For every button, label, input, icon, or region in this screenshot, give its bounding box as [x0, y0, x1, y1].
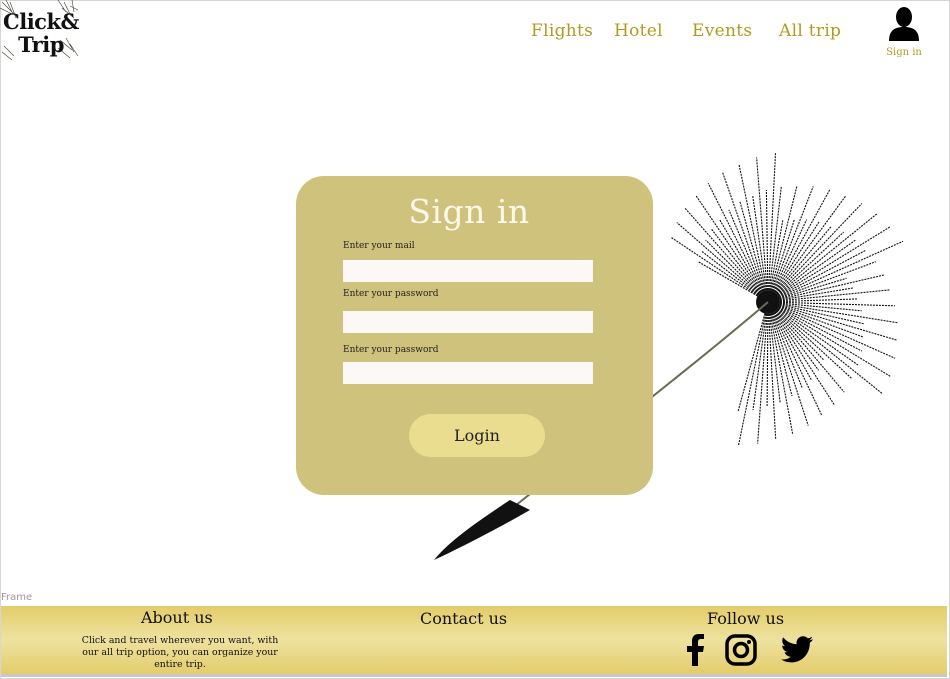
footer: About us Click and travel wherever you w… [1, 606, 947, 674]
instagram-icon[interactable] [725, 634, 757, 666]
twitter-icon[interactable] [781, 636, 813, 664]
password-input[interactable] [343, 311, 593, 333]
about-text: Click and travel wherever you want, with… [81, 635, 279, 670]
contact-title[interactable]: Contact us [420, 609, 507, 628]
logo-text: Click& Trip [2, 10, 80, 56]
user-icon [889, 7, 919, 41]
nav-flights[interactable]: Flights [531, 21, 593, 41]
follow-title: Follow us [707, 609, 785, 628]
mail-input[interactable] [343, 260, 593, 282]
login-title: Sign in [408, 192, 530, 231]
sign-in-button[interactable]: Sign in [884, 6, 924, 62]
nav-all-trip[interactable]: All trip [779, 21, 841, 41]
dandelion-ray [739, 201, 769, 303]
login-card: Sign in Enter your mail Enter your passw… [296, 176, 653, 495]
dandelion-ray [767, 189, 831, 303]
facebook-icon[interactable] [685, 634, 705, 666]
logo-line-2: Trip [18, 32, 64, 57]
nav-hotel[interactable]: Hotel [614, 21, 663, 41]
password-label: Enter your password [343, 289, 439, 299]
logo[interactable]: Click& Trip [0, 0, 80, 66]
confirm-password-label: Enter your password [343, 345, 439, 355]
dandelion-ray [767, 301, 891, 377]
dandelion-ray [767, 301, 884, 395]
dandelion-ray [767, 301, 864, 325]
mail-label: Enter your mail [343, 241, 415, 251]
logo-line-1: Click& [3, 9, 79, 34]
dandelion-ray [752, 301, 769, 411]
dandelion-ray [757, 301, 769, 444]
frame-label: Frame [1, 592, 33, 603]
about-title: About us [141, 608, 213, 627]
confirm-password-input[interactable] [343, 362, 593, 384]
sign-in-label: Sign in [886, 47, 922, 58]
footer-bottom-bar [1, 674, 947, 677]
login-button[interactable]: Login [409, 414, 545, 457]
nav-events[interactable]: Events [692, 21, 752, 41]
